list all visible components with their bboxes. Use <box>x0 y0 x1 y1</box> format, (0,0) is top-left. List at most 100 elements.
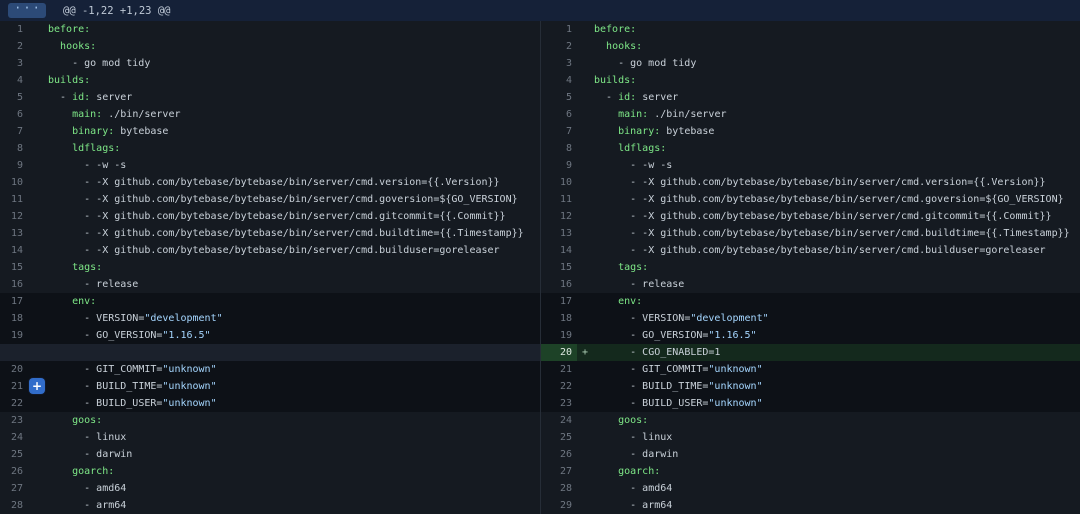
line-number-old[interactable]: 5 <box>0 89 28 106</box>
line-number-old[interactable]: 27 <box>0 480 28 497</box>
diff-row: 5 - id: server <box>0 89 540 106</box>
code-token: - <box>594 483 642 494</box>
line-number-old[interactable]: 3 <box>0 55 28 72</box>
code-token: "unknown" <box>708 398 762 409</box>
line-number-old[interactable]: 4 <box>0 72 28 89</box>
line-number-new[interactable]: 29 <box>541 497 577 514</box>
line-number-old[interactable]: 6 <box>0 106 28 123</box>
code-token: - <box>48 228 96 239</box>
line-number-new[interactable]: 17 <box>541 293 577 310</box>
line-number-old[interactable]: 19 <box>0 327 28 344</box>
line-number-old[interactable]: 7 <box>0 123 28 140</box>
line-number-new[interactable]: 8 <box>541 140 577 157</box>
line-number-new[interactable]: 21 <box>541 361 577 378</box>
line-number-new[interactable]: 11 <box>541 191 577 208</box>
line-number-old[interactable]: 28 <box>0 497 28 514</box>
line-number-old[interactable]: 20 <box>0 361 28 378</box>
code-token: -X github.com/bytebase/bytebase/bin/serv… <box>96 228 523 239</box>
code-token <box>594 41 606 52</box>
code-token: - <box>48 211 96 222</box>
diff-row: 15 tags: <box>541 259 1080 276</box>
line-number-new[interactable]: 9 <box>541 157 577 174</box>
line-number-old[interactable]: 17 <box>0 293 28 310</box>
add-comment-button[interactable]: + <box>29 378 45 394</box>
diff-row: 23 goos: <box>0 412 540 429</box>
line-number-new[interactable]: 22 <box>541 378 577 395</box>
code-line: - -X github.com/bytebase/bytebase/bin/se… <box>48 208 540 225</box>
line-number-new[interactable]: 2 <box>541 38 577 55</box>
line-number-old[interactable]: 2 <box>0 38 28 55</box>
line-number-old[interactable]: 18 <box>0 310 28 327</box>
line-number-new[interactable]: 7 <box>541 123 577 140</box>
line-number-old[interactable]: 9 <box>0 157 28 174</box>
expand-hunk-button[interactable]: ··· <box>8 3 46 18</box>
line-number-old[interactable]: 11 <box>0 191 28 208</box>
code-line: builds: <box>594 72 1080 89</box>
diff-marker <box>577 242 594 259</box>
diff-row: 27 goarch: <box>541 463 1080 480</box>
diff-marker <box>28 310 48 327</box>
line-number-new[interactable]: 6 <box>541 106 577 123</box>
line-number-new[interactable]: 18 <box>541 310 577 327</box>
code-token: - <box>48 398 96 409</box>
line-number-new[interactable]: 1 <box>541 21 577 38</box>
line-number-new[interactable]: 16 <box>541 276 577 293</box>
diff-row: 4 builds: <box>0 72 540 89</box>
line-number-old[interactable]: 14 <box>0 242 28 259</box>
line-number-old[interactable]: 26 <box>0 463 28 480</box>
code-token: - <box>48 313 96 324</box>
line-number-new[interactable]: 4 <box>541 72 577 89</box>
code-token: - <box>594 330 642 341</box>
line-number-old[interactable]: 16 <box>0 276 28 293</box>
code-line: - BUILD_TIME="unknown" <box>48 378 540 395</box>
line-number-old[interactable]: 13 <box>0 225 28 242</box>
line-number-new[interactable]: 14 <box>541 242 577 259</box>
line-number-new[interactable]: 25 <box>541 429 577 446</box>
line-number-new[interactable]: 23 <box>541 395 577 412</box>
line-number-new[interactable]: 3 <box>541 55 577 72</box>
diff-marker <box>577 140 594 157</box>
line-number-new[interactable]: 28 <box>541 480 577 497</box>
code-line: - GIT_COMMIT="unknown" <box>48 361 540 378</box>
line-number-old[interactable]: 12 <box>0 208 28 225</box>
diff-row: 17 env: <box>0 293 540 310</box>
line-number-new[interactable]: 26 <box>541 446 577 463</box>
line-number-old[interactable]: 10 <box>0 174 28 191</box>
line-number-old[interactable]: 23 <box>0 412 28 429</box>
line-number-new[interactable]: 5 <box>541 89 577 106</box>
hunk-header: ··· @@ -1,22 +1,23 @@ <box>0 0 1080 21</box>
line-number-new[interactable]: 24 <box>541 412 577 429</box>
line-number-new[interactable]: 13 <box>541 225 577 242</box>
diff-marker <box>28 55 48 72</box>
line-number-old[interactable]: 22 <box>0 395 28 412</box>
code-token <box>48 41 60 52</box>
line-number-new[interactable]: 12 <box>541 208 577 225</box>
diff-row: 3 - go mod tidy <box>541 55 1080 72</box>
code-token: main: <box>72 109 102 120</box>
code-token: goarch: <box>72 466 114 477</box>
code-token <box>48 296 72 307</box>
line-number-old[interactable]: 24 <box>0 429 28 446</box>
code-line: builds: <box>48 72 540 89</box>
line-number-new[interactable]: 19 <box>541 327 577 344</box>
code-line: - BUILD_USER="unknown" <box>594 395 1080 412</box>
diff-row: 2 hooks: <box>541 38 1080 55</box>
code-line: binary: bytebase <box>594 123 1080 140</box>
code-token: ./bin/server <box>108 109 180 120</box>
code-line: - CGO_ENABLED=1 <box>594 344 1080 361</box>
line-number-old[interactable]: 1 <box>0 21 28 38</box>
code-token: BUILD_USER= <box>96 398 162 409</box>
code-token: -X github.com/bytebase/bytebase/bin/serv… <box>642 194 1063 205</box>
line-number-old[interactable]: 21 <box>0 378 28 395</box>
line-number-new[interactable]: 20 <box>541 344 577 361</box>
code-token: - <box>48 381 96 392</box>
code-line: goarch: <box>48 463 540 480</box>
line-number-new[interactable]: 10 <box>541 174 577 191</box>
line-number-old[interactable]: 15 <box>0 259 28 276</box>
code-token: - <box>594 177 642 188</box>
line-number-new[interactable]: 15 <box>541 259 577 276</box>
code-token: BUILD_USER= <box>642 398 708 409</box>
line-number-old[interactable]: 25 <box>0 446 28 463</box>
line-number-new[interactable]: 27 <box>541 463 577 480</box>
line-number-old[interactable]: 8 <box>0 140 28 157</box>
